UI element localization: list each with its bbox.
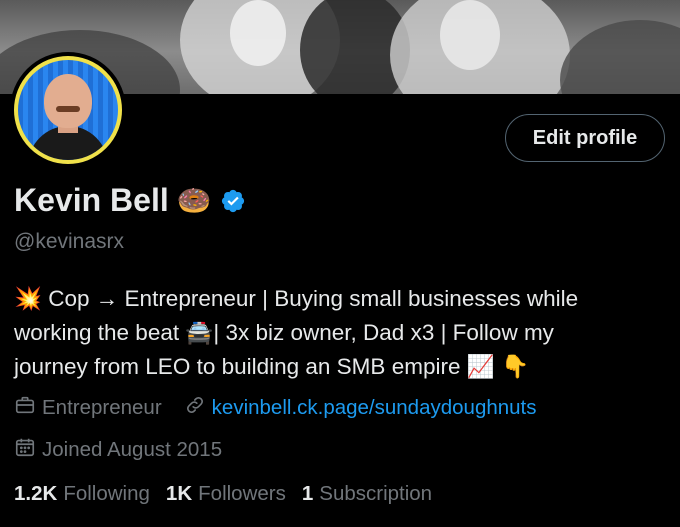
profile-joined: Joined August 2015 [14,436,244,464]
verified-badge-icon[interactable] [220,188,246,214]
followers-count: 1K [165,482,193,505]
subscriptions-stat[interactable]: 1 Subscription [302,482,432,506]
profile-bio: 💥 Cop → Entrepreneur | Buying small busi… [14,282,664,384]
following-label: Following [63,482,150,505]
briefcase-icon [14,394,36,422]
edit-profile-button[interactable]: Edit profile [505,114,665,162]
profile-name-row: Kevin Bell 🍩 [14,182,246,219]
calendar-icon [14,436,36,464]
link-icon [184,394,206,422]
joined-text: Joined August 2015 [42,438,223,461]
avatar[interactable] [10,52,126,168]
followers-stat[interactable]: 1K Followers [166,482,286,506]
profession: Entrepreneur [14,394,162,422]
following-stat[interactable]: 1.2K Following [14,482,150,506]
profile-stats: 1.2K Following 1K Followers 1 Subscripti… [14,482,448,506]
profile-handle: @kevinasrx [14,230,125,253]
bio-line: 💥 Cop → Entrepreneur | Buying small busi… [14,286,579,311]
website[interactable]: kevinbell.ck.page/sundaydoughnuts [184,394,537,422]
subscriptions-count: 1 [301,482,314,505]
profile-meta: Entrepreneur kevinbell.ck.page/sundaydou… [14,394,559,422]
subscriptions-label: Subscription [319,482,433,505]
joined: Joined August 2015 [14,436,222,464]
followers-label: Followers [198,482,286,505]
website-link[interactable]: kevinbell.ck.page/sundaydoughnuts [212,396,537,420]
profile-name: Kevin Bell [14,182,169,218]
doughnut-emoji: 🍩 [176,183,212,217]
bio-line: journey from LEO to building an SMB empi… [14,354,529,379]
following-count: 1.2K [14,482,58,505]
profession-text: Entrepreneur [42,396,162,419]
bio-line: working the beat 🚔| 3x biz owner, Dad x3… [14,320,554,345]
